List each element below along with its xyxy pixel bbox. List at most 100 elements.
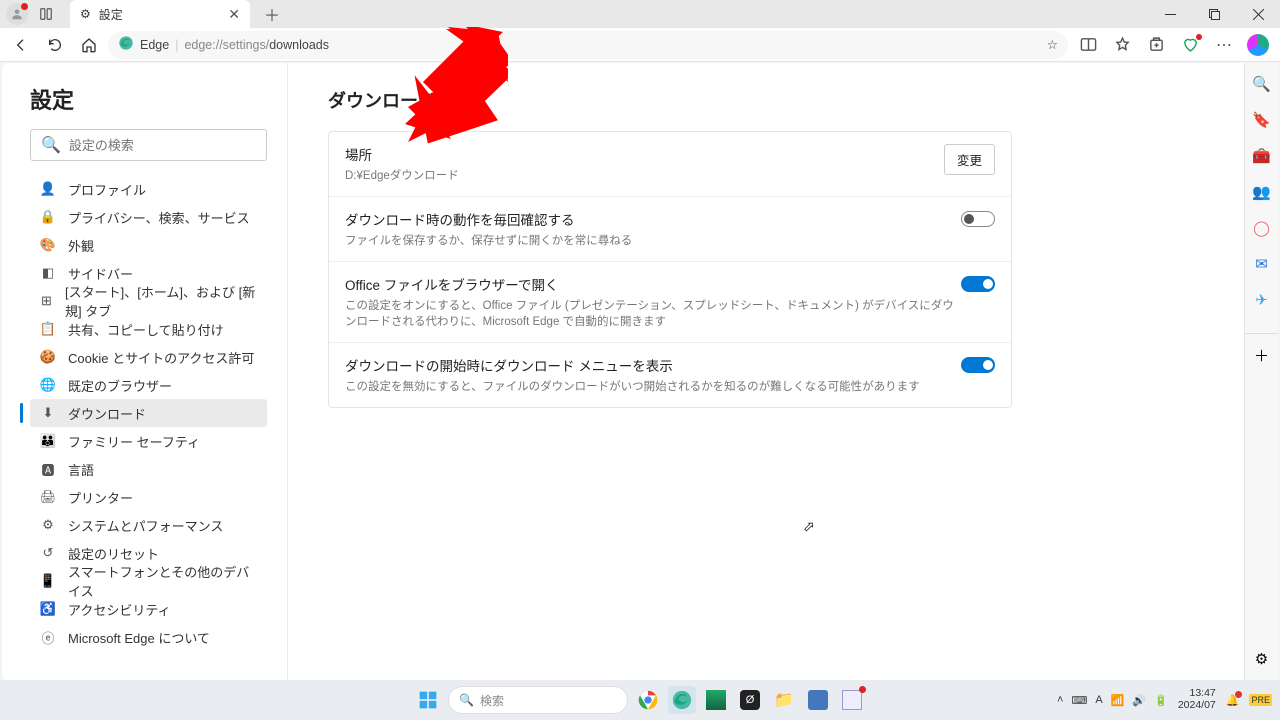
nav-icon: ◧ <box>40 265 56 281</box>
taskbar-search-placeholder: 検索 <box>480 692 504 709</box>
copilot-button[interactable] <box>1242 30 1274 60</box>
taskbar-calculator-icon[interactable] <box>804 686 832 714</box>
sidebar-drop-icon[interactable]: ✈ <box>1251 289 1273 311</box>
settings-sidebar: 設定 🔍 👤プロファイル🔒プライバシー、検索、サービス 🎨 外観 ◧ サイドバー ⊞[スタ… <box>2 63 288 681</box>
nav-label: プライバシー、検索、サービス <box>68 208 250 227</box>
url-edge-label: Edge <box>140 38 169 52</box>
wellness-button[interactable] <box>1174 30 1206 60</box>
nav-label: 外観 <box>68 236 94 255</box>
sidebar-item-12[interactable]: ⚙ システムとパフォーマンス <box>30 511 267 539</box>
taskbar-chrome-icon[interactable] <box>634 686 662 714</box>
taskbar-clock[interactable]: 13:47 2024/07 <box>1178 688 1216 711</box>
browser-tab[interactable]: ⚙ 設定 ✕ <box>70 0 250 28</box>
favorites-button[interactable] <box>1106 30 1138 60</box>
sidebar-search-icon[interactable]: 🔍 <box>1251 73 1273 95</box>
tray-ime-icon[interactable]: ⌨ <box>1071 694 1087 707</box>
window-close-button[interactable] <box>1236 0 1280 28</box>
office-toggle[interactable] <box>961 276 995 292</box>
home-button[interactable] <box>74 30 104 60</box>
window-minimize-button[interactable] <box>1148 0 1192 28</box>
tray-app-icon[interactable]: PRE <box>1249 694 1272 706</box>
sidebar-shopping-icon[interactable]: 🔖 <box>1251 109 1273 131</box>
url-field[interactable]: Edge | edge://settings/downloads ☆ <box>108 31 1068 59</box>
refresh-button[interactable] <box>40 30 70 60</box>
taskbar-app3-icon[interactable] <box>838 686 866 714</box>
window-maximize-button[interactable] <box>1192 0 1236 28</box>
ask-each-toggle[interactable] <box>961 211 995 227</box>
nav-icon: 👪 <box>40 433 56 449</box>
sidebar-item-9[interactable]: 👪 ファミリー セーフティ <box>30 427 267 455</box>
nav-label: 共有、コピーして貼り付け <box>68 320 224 339</box>
back-button[interactable] <box>6 30 36 60</box>
settings-search[interactable]: 🔍 <box>30 129 267 161</box>
sidebar-item-0[interactable]: 👤プロファイル <box>30 175 267 203</box>
nav-icon: ⊞ <box>40 293 53 309</box>
show-menu-sub: この設定を無効にすると、ファイルのダウンロードがいつ開始されるかを知るのが難しく… <box>345 379 961 395</box>
nav-label: アクセシビリティ <box>68 600 171 619</box>
nav-icon: ♿ <box>40 601 56 617</box>
taskbar-explorer-icon[interactable]: 📁 <box>770 686 798 714</box>
tab-close-button[interactable]: ✕ <box>228 6 240 23</box>
url-text: edge://settings/downloads <box>184 38 329 52</box>
settings-search-input[interactable] <box>69 138 256 153</box>
tab-actions-button[interactable] <box>36 4 56 24</box>
search-icon: 🔍 <box>459 693 474 707</box>
nav-label: ファミリー セーフティ <box>68 432 200 451</box>
sidebar-item-6[interactable]: 🍪Cookie とサイトのアクセス許可 <box>30 343 267 371</box>
taskbar-search[interactable]: 🔍 検索 <box>448 686 628 714</box>
sidebar-tools-icon[interactable]: 🧰 <box>1251 145 1273 167</box>
nav-icon: ↺ <box>40 545 56 561</box>
start-button[interactable] <box>414 686 442 714</box>
tray-lang-icon[interactable]: A <box>1095 694 1102 706</box>
nav-label: サイドバー <box>68 264 133 283</box>
tray-chevron-icon[interactable]: ˄ <box>1057 694 1063 706</box>
split-screen-button[interactable] <box>1072 30 1104 60</box>
show-menu-toggle[interactable] <box>961 357 995 373</box>
settings-content: ダウンロード 場所 D:¥Edgeダウンロード 変更 ダウンロード時の動作を毎回… <box>288 63 1278 681</box>
nav-icon: 🎨 <box>40 237 56 253</box>
sidebar-item-7[interactable]: 🌐既定のブラウザー <box>30 371 267 399</box>
tray-volume-icon[interactable]: 🔊 <box>1132 694 1146 707</box>
nav-icon: 🅰 <box>40 460 56 479</box>
sidebar-m365-icon[interactable]: ◯ <box>1251 217 1273 239</box>
sidebar-item-8[interactable]: ⬇ダウンロード <box>30 399 267 427</box>
nav-icon: ⬇ <box>40 405 56 421</box>
star-icon[interactable]: ☆ <box>1047 37 1058 52</box>
windows-taskbar: 🔍 検索 Ø 📁 ˄ ⌨ A 📶 🔊 🔋 13:47 2024/07 🔔 PRE <box>0 680 1280 720</box>
sidebar-item-11[interactable]: 🖨プリンター <box>30 483 267 511</box>
nav-label: システムとパフォーマンス <box>68 516 223 535</box>
sidebar-item-2[interactable]: 🎨 外観 <box>30 231 267 259</box>
new-tab-button[interactable]: ＋ <box>258 2 286 26</box>
taskbar-app2-icon[interactable]: Ø <box>736 686 764 714</box>
clock-date: 2024/07 <box>1178 700 1216 712</box>
location-title: 場所 <box>345 144 944 164</box>
sidebar-item-1[interactable]: 🔒プライバシー、検索、サービス <box>30 203 267 231</box>
nav-label: Microsoft Edge について <box>68 628 210 647</box>
collections-button[interactable] <box>1140 30 1172 60</box>
nav-icon: 🍪 <box>40 349 56 365</box>
sidebar-outlook-icon[interactable]: ✉ <box>1251 253 1273 275</box>
sidebar-settings-button[interactable]: ⚙ <box>1251 648 1273 670</box>
taskbar-edge-icon[interactable] <box>668 686 696 714</box>
profile-button[interactable] <box>6 3 28 25</box>
tray-wifi-icon[interactable]: 📶 <box>1111 694 1125 707</box>
sidebar-games-icon[interactable]: 👥 <box>1251 181 1273 203</box>
office-sub: この設定をオンにすると、Office ファイル (プレゼンテーション、スプレッド… <box>345 298 961 330</box>
nav-icon: 📋 <box>40 321 56 337</box>
ask-each-sub: ファイルを保存するか、保存せずに開くかを常に尋ねる <box>345 233 961 249</box>
sidebar-item-14[interactable]: 📱スマートフォンとその他のデバイス <box>30 567 267 595</box>
sidebar-item-10[interactable]: 🅰言語 <box>30 455 267 483</box>
nav-icon: ⚙ <box>40 517 56 533</box>
sidebar-item-16[interactable]: ⓔMicrosoft Edge について <box>30 623 267 651</box>
sidebar-item-4[interactable]: ⊞[スタート]、[ホーム]、および [新規] タブ <box>30 287 267 315</box>
ask-each-title: ダウンロード時の動作を毎回確認する <box>345 209 961 229</box>
office-open-row: Office ファイルをブラウザーで開く この設定をオンにすると、Office … <box>329 262 1011 343</box>
location-path: D:¥Edgeダウンロード <box>345 168 944 184</box>
sidebar-add-button[interactable]: ＋ <box>1251 344 1273 366</box>
taskbar-app1-icon[interactable] <box>702 686 730 714</box>
settings-title: 設定 <box>30 83 267 115</box>
notification-button[interactable]: 🔔 <box>1226 694 1240 707</box>
more-button[interactable]: ⋯ <box>1208 30 1240 60</box>
change-location-button[interactable]: 変更 <box>944 144 995 175</box>
tray-battery-icon[interactable]: 🔋 <box>1154 694 1168 707</box>
